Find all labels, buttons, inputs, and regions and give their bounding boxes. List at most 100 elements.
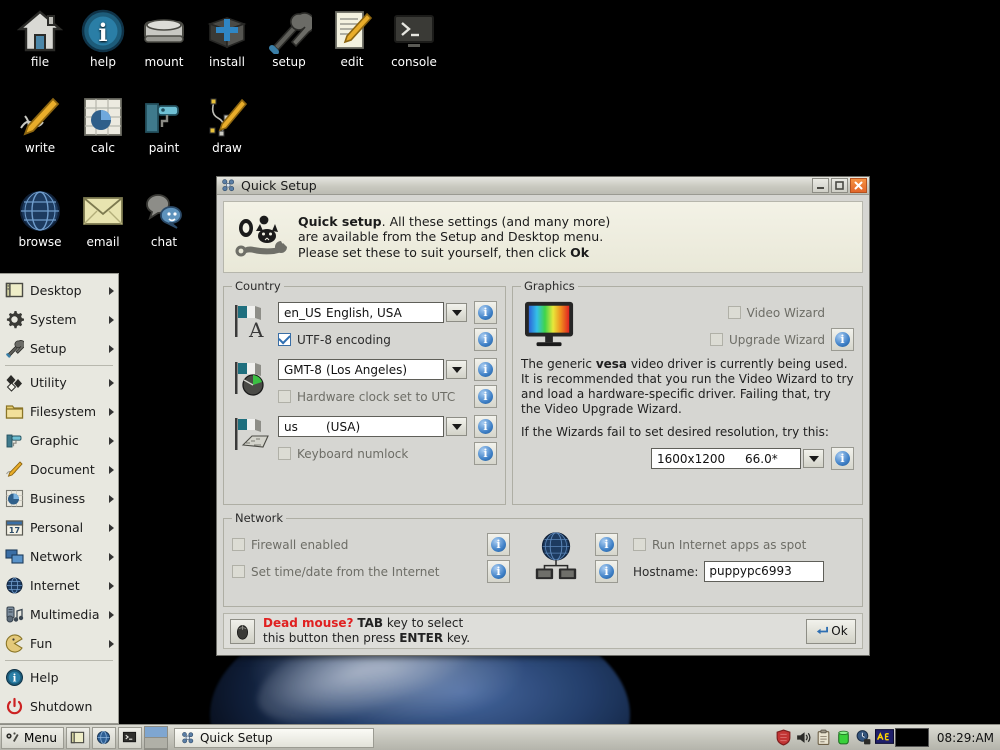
banner-line1-bold: Quick setup	[298, 213, 382, 229]
tray-blank-applet[interactable]	[894, 728, 929, 747]
menu-button[interactable]: Menu	[1, 726, 64, 749]
menu-item-help[interactable]: i Help	[0, 663, 118, 692]
desktop-icon-chat[interactable]: chat	[132, 188, 196, 249]
clock-network-icon[interactable]	[855, 729, 872, 746]
battery-icon[interactable]	[835, 729, 852, 746]
hwclock-checkbox[interactable]	[278, 390, 291, 403]
resolution-info-button[interactable]: i	[831, 447, 854, 470]
desktop-icon-edit[interactable]: edit	[320, 8, 384, 69]
network-applet-icon[interactable]	[874, 729, 894, 746]
desktop-icon-calc[interactable]: calc	[71, 94, 135, 155]
taskbar-clock[interactable]: 08:29:AM	[933, 731, 1000, 745]
resolution-combo[interactable]: 1600x1200 66.0*	[651, 448, 801, 469]
video-wizard-row: Video Wizard	[581, 299, 854, 326]
menu-item-utility[interactable]: Utility	[0, 368, 118, 397]
menu-item-filesystem[interactable]: Filesystem	[0, 397, 118, 426]
launcher-browser[interactable]	[91, 726, 116, 749]
main-menu-panel[interactable]: Desktop System Setup Utility Filesystem Graph…	[0, 273, 119, 724]
quick-setup-window[interactable]: Quick Setup Quick setup. All these setti…	[216, 176, 870, 656]
workspace-1[interactable]	[144, 726, 167, 738]
settime-checkbox[interactable]	[232, 565, 245, 578]
keymap-dropdown-arrow[interactable]	[446, 417, 467, 436]
numlock-info-button[interactable]: i	[474, 442, 497, 465]
menu-item-internet[interactable]: Internet	[0, 571, 118, 600]
locale-combo[interactable]: en_US English, USA	[278, 302, 444, 323]
ok-button[interactable]: Ok	[806, 618, 856, 644]
drive-icon	[141, 8, 187, 54]
locale-dropdown-arrow[interactable]	[446, 303, 467, 322]
hostname-info-button[interactable]: i	[595, 560, 618, 583]
menu-item-network[interactable]: Network	[0, 542, 118, 571]
menu-item-system[interactable]: System	[0, 305, 118, 334]
utf8-info-button[interactable]: i	[474, 328, 497, 351]
upgrade-wizard-checkbox[interactable]	[709, 333, 723, 346]
hwclock-info-button[interactable]: i	[474, 385, 497, 408]
firewall-checkbox[interactable]	[232, 538, 245, 551]
launcher-show-desktop[interactable]	[65, 726, 90, 749]
submenu-arrow-icon	[109, 610, 114, 619]
menu-item-document[interactable]: Document	[0, 455, 118, 484]
submenu-arrow-icon	[109, 344, 114, 353]
spot-checkbox[interactable]	[633, 538, 646, 551]
timezone-info-button[interactable]: i	[474, 358, 497, 381]
desktop-icon-setup[interactable]: setup	[257, 8, 321, 69]
minimize-button[interactable]	[812, 178, 829, 193]
resolution-row: 1600x1200 66.0* i	[521, 445, 854, 472]
task-button[interactable]: Quick Setup	[173, 727, 374, 748]
window-titlebar[interactable]: Quick Setup	[217, 177, 869, 195]
clipboard-icon[interactable]	[815, 729, 832, 746]
resolution-dropdown-arrow[interactable]	[803, 449, 824, 468]
volume-icon[interactable]	[795, 729, 812, 746]
video-wizard-checkbox[interactable]	[727, 306, 741, 319]
firewall-info-button[interactable]: i	[487, 533, 510, 556]
timezone-combo[interactable]: GMT-8 (Los Angeles)	[278, 359, 444, 380]
hostname-input[interactable]: puppypc6993	[704, 561, 825, 582]
desktop-icon-help[interactable]: i help	[71, 8, 135, 69]
menu-item-setup[interactable]: Setup	[0, 334, 118, 363]
desktop-icon-email[interactable]: email	[71, 188, 135, 249]
dead-mouse-line2-post: key.	[443, 631, 471, 645]
numlock-checkbox[interactable]	[278, 447, 291, 460]
globe-icon	[97, 730, 111, 745]
close-button[interactable]	[850, 178, 867, 193]
graphics-legend: Graphics	[524, 279, 575, 293]
maximize-button[interactable]	[831, 178, 848, 193]
utf8-checkbox[interactable]	[278, 333, 291, 346]
desktop-icon-label: mount	[144, 55, 184, 69]
menu-item-fun[interactable]: Fun	[0, 629, 118, 658]
locale-info-button[interactable]: i	[474, 301, 497, 324]
workspace-2[interactable]	[144, 738, 167, 749]
utf8-label: UTF-8 encoding	[297, 332, 391, 347]
settime-info-button[interactable]: i	[487, 560, 510, 583]
menu-item-shutdown[interactable]: Shutdown	[0, 692, 118, 721]
desktop-icon-file[interactable]: file	[8, 8, 72, 69]
desktop-icon-mount[interactable]: mount	[132, 8, 196, 69]
firewall-info-row: i	[487, 531, 517, 558]
keymap-combo[interactable]: us (USA)	[278, 416, 444, 437]
dead-mouse-button[interactable]	[230, 618, 255, 644]
menu-item-graphic[interactable]: Graphic	[0, 426, 118, 455]
spot-info-button[interactable]: i	[595, 533, 618, 556]
menu-item-business[interactable]: Business	[0, 484, 118, 513]
upgrade-wizard-info-button[interactable]: i	[831, 328, 854, 351]
spot-row: Run Internet apps as spot	[633, 531, 854, 558]
desktop-icon-browse[interactable]: browse	[8, 188, 72, 249]
launcher-console[interactable]	[117, 726, 142, 749]
desktop-icon-paint[interactable]: paint	[132, 94, 196, 155]
desktop-icon-write[interactable]: write	[8, 94, 72, 155]
globe-icon	[17, 188, 63, 234]
menu-item-multimedia[interactable]: Multimedia	[0, 600, 118, 629]
settime-info-row: i	[487, 558, 517, 585]
menu-item-desktop[interactable]: Desktop	[0, 276, 118, 305]
menu-item-personal[interactable]: 17 Personal	[0, 513, 118, 542]
desktop-icon-draw[interactable]: draw	[195, 94, 259, 155]
firewall-shield-icon[interactable]	[775, 729, 792, 746]
flag-language-icon: A	[232, 305, 272, 345]
settings-top-row: Country A en_US English, USA i UTF-8 enc…	[223, 279, 863, 505]
keymap-info-button[interactable]: i	[474, 415, 497, 438]
desktop-icon-console[interactable]: console	[382, 8, 446, 69]
timezone-dropdown-arrow[interactable]	[446, 360, 467, 379]
desktop-icon-install[interactable]: install	[195, 8, 259, 69]
workspace-pager[interactable]	[143, 725, 168, 750]
gear-icon	[5, 310, 25, 329]
